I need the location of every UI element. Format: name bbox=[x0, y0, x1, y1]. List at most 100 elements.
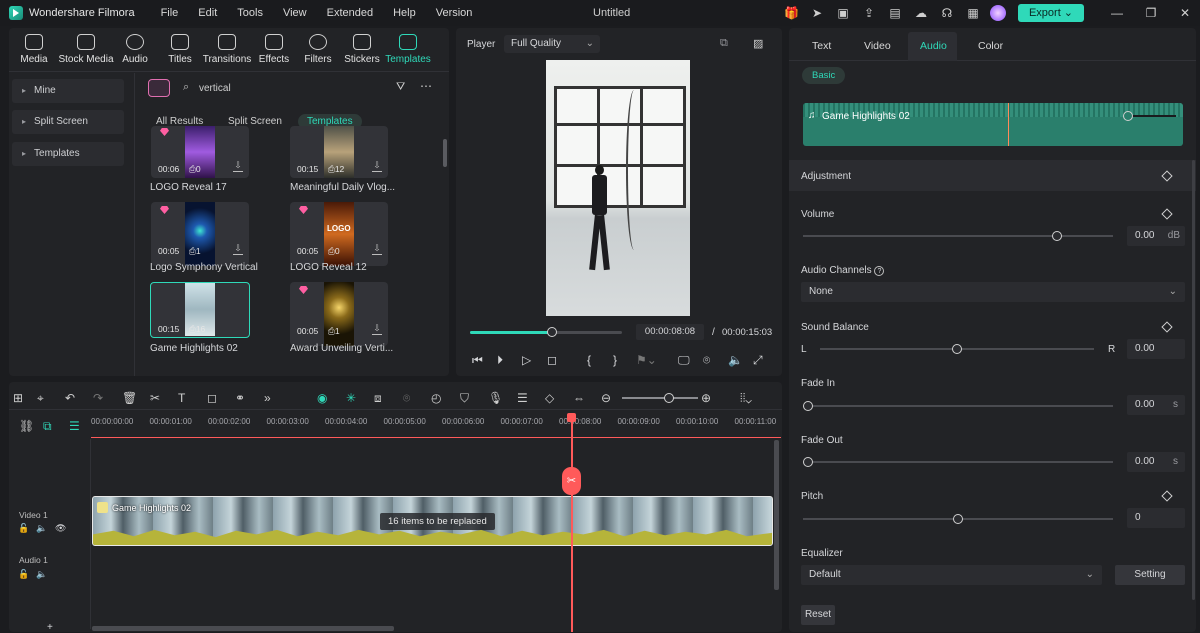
nav-filters[interactable]: Filters bbox=[293, 32, 343, 65]
display-icon[interactable]: 🖵 bbox=[678, 353, 690, 368]
volume-slider[interactable] bbox=[803, 231, 1113, 241]
audio-channels-select[interactable]: None ⌄ bbox=[801, 282, 1185, 302]
marker-icon[interactable]: ⚑⌄ bbox=[636, 353, 657, 367]
tab-text[interactable]: Text bbox=[812, 40, 831, 52]
download-icon[interactable]: ⇩ bbox=[233, 243, 243, 255]
nav-stock-media[interactable]: Stock Media bbox=[58, 32, 114, 65]
add-track-icon[interactable]: ⧉ bbox=[43, 419, 52, 434]
speaker-icon[interactable]: 🔈 bbox=[36, 569, 47, 580]
crop-icon[interactable]: ◻ bbox=[207, 391, 217, 405]
cloud-icon[interactable]: ☁ bbox=[914, 6, 928, 20]
select-tool-icon[interactable]: ⌖ bbox=[37, 391, 44, 406]
zoom-slider[interactable] bbox=[622, 393, 698, 403]
lock-icon[interactable]: 🔓 bbox=[18, 523, 29, 534]
color-icon[interactable]: ⚭ bbox=[235, 391, 245, 405]
fade-in-field[interactable]: 0.00 s bbox=[1127, 395, 1185, 415]
send-icon[interactable]: ➤ bbox=[810, 6, 824, 20]
add-icon[interactable]: + bbox=[47, 622, 53, 633]
mark-in-icon[interactable]: { bbox=[587, 353, 591, 367]
avatar[interactable] bbox=[990, 5, 1006, 21]
upload-icon[interactable]: ⇪ bbox=[862, 6, 876, 20]
export-button[interactable]: Export ⌄ bbox=[1018, 4, 1084, 22]
info-icon[interactable]: ? bbox=[874, 266, 885, 276]
template-tile[interactable]: LOGO 00:05 ⎙0 ⇩ bbox=[290, 202, 388, 266]
property-scrollbar[interactable] bbox=[1192, 160, 1195, 600]
link-icon[interactable]: ⛓ bbox=[19, 419, 34, 433]
menu-extended[interactable]: Extended bbox=[327, 7, 373, 19]
grid-icon[interactable]: ▦ bbox=[966, 6, 980, 20]
playback-progress[interactable] bbox=[470, 327, 622, 337]
nav-effects[interactable]: Effects bbox=[249, 32, 299, 65]
headset-icon[interactable]: ☊ bbox=[940, 6, 954, 20]
quality-select[interactable]: Full Quality ⌄ bbox=[504, 35, 600, 53]
zoom-knob[interactable] bbox=[664, 393, 674, 403]
pitch-slider[interactable] bbox=[803, 514, 1113, 524]
camera-track-icon[interactable]: ⌾ bbox=[403, 391, 410, 406]
play-back-icon[interactable]: ⏵ bbox=[497, 353, 503, 368]
grid-view-icon[interactable]: ⊞ bbox=[13, 391, 23, 405]
snap-icon[interactable]: ✳ bbox=[346, 391, 356, 405]
gift-icon[interactable]: 🎁 bbox=[784, 6, 799, 20]
cut-icon[interactable]: ✂ bbox=[150, 391, 160, 405]
tab-color[interactable]: Color bbox=[978, 40, 1003, 52]
nav-titles[interactable]: Titles bbox=[155, 32, 205, 65]
nav-templates[interactable]: Templates bbox=[383, 32, 433, 65]
save-icon[interactable]: ▤ bbox=[888, 6, 902, 20]
balance-knob[interactable] bbox=[952, 344, 962, 354]
fade-in-knob[interactable] bbox=[802, 401, 813, 411]
download-icon[interactable]: ⇩ bbox=[372, 160, 382, 172]
fade-out-field[interactable]: 0.00 s bbox=[1127, 452, 1185, 472]
template-tile[interactable]: 00:05 ⎙1 ⇩ bbox=[151, 202, 249, 266]
filter-icon[interactable]: ⛛ bbox=[396, 81, 405, 94]
equalizer-select[interactable]: Default ⌄ bbox=[801, 565, 1102, 585]
speaker-icon[interactable]: 🔈 bbox=[36, 523, 47, 534]
more-tools-icon[interactable]: » bbox=[264, 391, 271, 405]
playhead[interactable] bbox=[571, 414, 573, 632]
current-time-field[interactable]: 00:00:08:08 bbox=[636, 324, 704, 340]
split-scissors-button[interactable]: ✂ bbox=[562, 467, 581, 495]
maximize-icon[interactable]: ❐ bbox=[1144, 6, 1158, 20]
camera-icon[interactable]: ⌾ bbox=[703, 353, 710, 368]
play-icon[interactable]: ▷ bbox=[522, 353, 531, 367]
fullscreen-icon[interactable]: ⤢ bbox=[753, 353, 763, 368]
timeline-vscrollbar[interactable] bbox=[774, 440, 779, 590]
sidebar-item-templates[interactable]: Templates bbox=[12, 142, 124, 166]
template-tile[interactable]: 00:05 ⎙1 ⇩ bbox=[290, 282, 388, 346]
zoom-in-icon[interactable]: ⊕ bbox=[701, 391, 711, 405]
close-icon[interactable]: ✕ bbox=[1178, 6, 1192, 20]
compare-icon[interactable]: ⧉ bbox=[720, 37, 728, 50]
menu-help[interactable]: Help bbox=[393, 7, 416, 19]
template-tile[interactable]: 00:06 ⎙0 ⇩ bbox=[151, 126, 249, 178]
search-input[interactable]: vertical bbox=[199, 83, 231, 94]
basic-chip[interactable]: Basic bbox=[802, 67, 846, 84]
balance-field[interactable]: 0.00 bbox=[1127, 339, 1185, 359]
media-scrollbar[interactable] bbox=[443, 139, 447, 167]
templates-filter-icon[interactable] bbox=[148, 79, 170, 97]
prev-frame-icon[interactable]: ⏮ bbox=[472, 353, 483, 368]
snapshot-view-icon[interactable]: ▨ bbox=[753, 37, 763, 50]
equalizer-setting-button[interactable]: Setting bbox=[1115, 565, 1185, 585]
pitch-field[interactable]: 0 bbox=[1127, 508, 1185, 528]
timeline-hscrollbar[interactable] bbox=[92, 626, 394, 631]
text-tool-icon[interactable]: T bbox=[178, 391, 185, 405]
menu-file[interactable]: File bbox=[161, 7, 179, 19]
download-icon[interactable]: ⇩ bbox=[372, 243, 382, 255]
eye-icon[interactable]: 👁 bbox=[55, 523, 66, 534]
layout-icon[interactable]: ⦙⦙⌄ bbox=[740, 391, 752, 406]
audio-mixer-icon[interactable]: ☰ bbox=[517, 391, 528, 405]
shield-icon[interactable]: ⛉ bbox=[460, 391, 469, 406]
zoom-out-icon[interactable]: ⊖ bbox=[601, 391, 611, 405]
menu-edit[interactable]: Edit bbox=[198, 7, 217, 19]
minimize-icon[interactable]: — bbox=[1110, 6, 1124, 20]
tab-video[interactable]: Video bbox=[864, 40, 891, 52]
keyframe-tool-icon[interactable]: ◇ bbox=[545, 391, 554, 405]
nav-audio[interactable]: Audio bbox=[110, 32, 160, 65]
nav-stickers[interactable]: Stickers bbox=[337, 32, 387, 65]
pitch-knob[interactable] bbox=[953, 514, 963, 524]
speed-icon[interactable]: ◴ bbox=[431, 391, 441, 405]
template-tile[interactable]: 00:15 ⎙12 ⇩ bbox=[290, 126, 388, 178]
menu-tools[interactable]: Tools bbox=[237, 7, 263, 19]
fit-icon[interactable]: ⇔ bbox=[573, 391, 585, 405]
sidebar-item-split-screen[interactable]: Split Screen bbox=[12, 110, 124, 134]
template-tile-selected[interactable]: 00:15 ⎙16 bbox=[150, 282, 250, 338]
